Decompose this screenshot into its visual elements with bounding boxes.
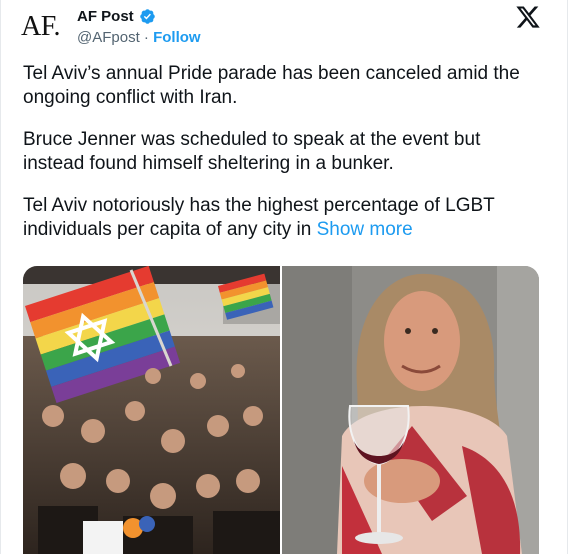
media-grid: [23, 266, 539, 554]
name-row: AF Post: [77, 6, 201, 26]
verified-badge-icon: [139, 8, 156, 25]
post-card: AF. AF Post @AFpost · Follow Tel Aviv’s …: [0, 0, 568, 554]
show-more-link[interactable]: Show more: [317, 219, 413, 240]
follow-button[interactable]: Follow: [153, 29, 201, 46]
woman-holding-wine-glass-photo[interactable]: [282, 266, 539, 554]
avatar[interactable]: AF.: [21, 12, 71, 42]
post-paragraph-text: Tel Aviv notoriously has the highest per…: [23, 195, 495, 240]
separator: ·: [143, 29, 149, 46]
post-paragraph: Tel Aviv notoriously has the highest per…: [23, 194, 543, 242]
handle-row: @AFpost · Follow: [77, 29, 201, 46]
x-logo-icon[interactable]: [515, 4, 541, 30]
author-name[interactable]: AF Post: [77, 8, 134, 25]
author-block: AF Post @AFpost · Follow: [77, 6, 201, 47]
author-handle[interactable]: @AFpost: [77, 29, 140, 46]
post-paragraph: Bruce Jenner was scheduled to speak at t…: [23, 129, 481, 174]
post-paragraph: Tel Aviv’s annual Pride parade has been …: [23, 63, 520, 108]
pride-parade-photo[interactable]: [23, 266, 280, 554]
post-text: Tel Aviv’s annual Pride parade has been …: [23, 62, 543, 260]
